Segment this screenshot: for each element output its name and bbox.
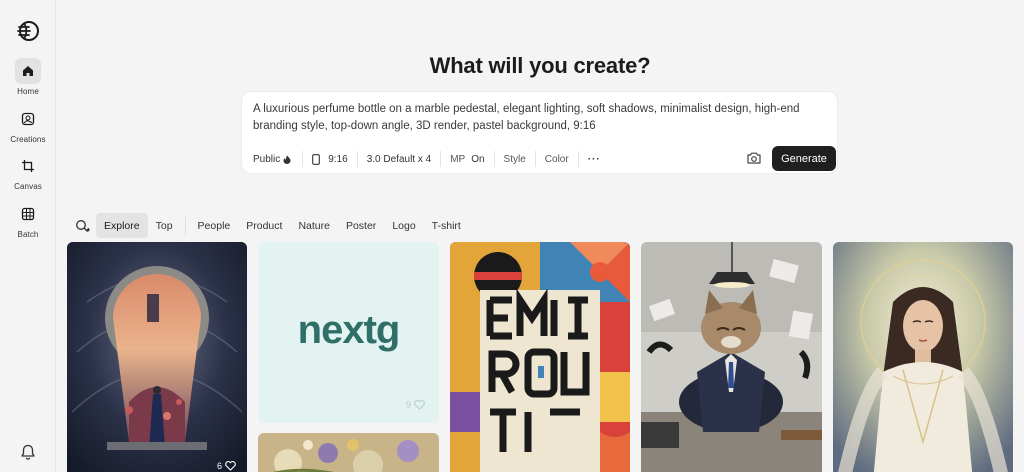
model-selector[interactable]: 3.0 Default x 4	[356, 151, 440, 167]
mp-label: MP	[450, 153, 466, 165]
nextg-logo-text: nextg	[297, 308, 401, 352]
sidebar-item-label: Creations	[10, 135, 46, 144]
brand-logo-icon[interactable]	[16, 19, 40, 43]
visibility-label: Public	[253, 153, 281, 165]
mp-value: On	[471, 153, 485, 165]
gallery-card-poster[interactable]	[450, 242, 630, 472]
model-label: 3.0 Default x 4	[366, 153, 432, 165]
mp-toggle[interactable]: MP On	[440, 151, 493, 167]
aspect-ratio-label: 9:16	[328, 153, 348, 165]
flame-icon	[283, 155, 291, 164]
gallery-card-goddess[interactable]	[833, 242, 1013, 472]
prompt-input[interactable]: A luxurious perfume bottle on a marble p…	[253, 101, 813, 135]
heart-icon	[414, 400, 425, 410]
sidebar-item-label: Canvas	[14, 182, 42, 191]
tab-people[interactable]: People	[190, 213, 239, 238]
bell-icon[interactable]	[19, 443, 37, 461]
tab-explore[interactable]: Explore	[96, 213, 148, 238]
tab-divider	[184, 216, 186, 235]
crop-icon	[15, 153, 41, 179]
gallery-card-kitten[interactable]	[641, 242, 822, 472]
more-icon: ···	[587, 153, 601, 165]
sidebar-item-label: Home	[17, 87, 39, 96]
color-selector[interactable]: Color	[534, 151, 578, 167]
image-icon	[15, 106, 41, 132]
page-title: What will you create?	[429, 53, 651, 78]
search-icon	[76, 219, 90, 232]
color-label: Color	[544, 153, 569, 165]
heart-icon	[225, 461, 236, 471]
phone-icon	[312, 153, 321, 165]
sidebar-item-batch[interactable]: Batch	[0, 201, 56, 239]
gallery-card-keyhole[interactable]: 6	[67, 242, 247, 472]
like-counter[interactable]: 6	[217, 461, 236, 471]
sidebar-item-creations[interactable]: Creations	[0, 106, 56, 144]
gallery-card-flowers[interactable]	[258, 433, 439, 472]
style-label: Style	[503, 153, 526, 165]
like-count: 6	[217, 461, 223, 471]
aspect-ratio-selector[interactable]: 9:16	[302, 151, 356, 167]
gallery-card-nextg[interactable]: nextg 9	[258, 242, 439, 423]
tab-tshirt[interactable]: T-shirt	[424, 213, 469, 238]
prompt-box: A luxurious perfume bottle on a marble p…	[241, 91, 838, 174]
kitten-meditating-image	[641, 242, 822, 472]
typography-poster-image	[450, 242, 630, 472]
keyhole-artwork-image	[67, 242, 247, 472]
filter-tabs: Explore Top People Product Nature Poster…	[72, 213, 469, 238]
flowers-artwork-image	[258, 433, 439, 472]
prompt-toolbar: Public 9:16 3.0 Default x 4 MP On Style …	[253, 151, 610, 167]
search-button[interactable]	[72, 215, 94, 237]
camera-icon[interactable]	[746, 150, 762, 166]
more-options-button[interactable]: ···	[577, 151, 610, 167]
style-selector[interactable]: Style	[493, 151, 535, 167]
like-counter[interactable]: 9	[406, 400, 425, 410]
tab-logo[interactable]: Logo	[384, 213, 423, 238]
tab-nature[interactable]: Nature	[290, 213, 338, 238]
generate-button[interactable]: Generate	[772, 146, 836, 171]
like-count: 9	[406, 400, 412, 410]
grid-icon	[15, 201, 41, 227]
tab-product[interactable]: Product	[238, 213, 290, 238]
sidebar-item-canvas[interactable]: Canvas	[0, 153, 56, 191]
tab-top[interactable]: Top	[148, 213, 181, 238]
tab-poster[interactable]: Poster	[338, 213, 384, 238]
visibility-toggle[interactable]: Public	[253, 151, 300, 167]
sidebar-item-label: Batch	[17, 230, 39, 239]
goddess-portrait-image	[833, 242, 1013, 472]
